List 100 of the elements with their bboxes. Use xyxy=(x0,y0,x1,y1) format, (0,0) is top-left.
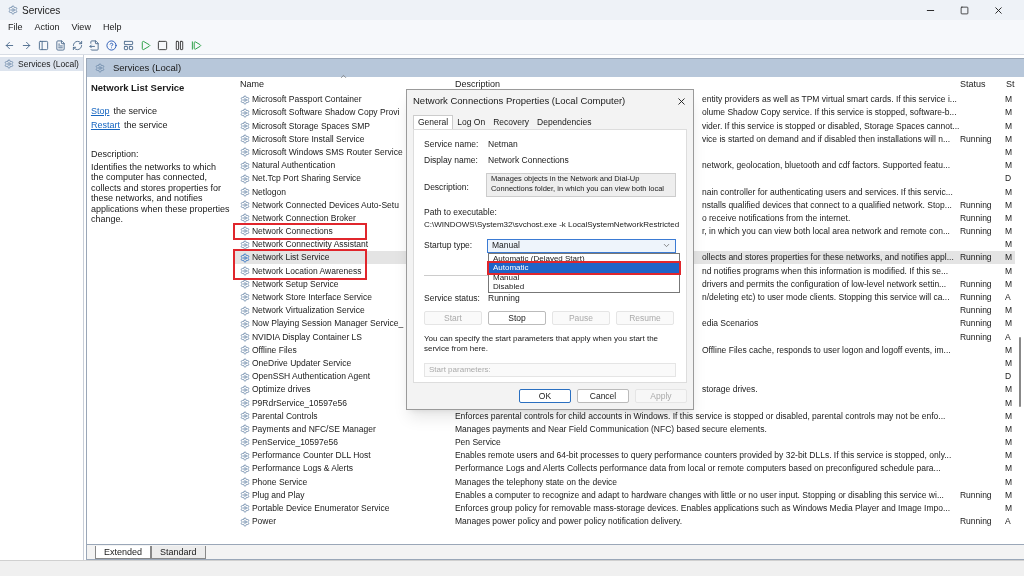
dropdown-option[interactable]: Automatic xyxy=(489,263,679,273)
gear-icon xyxy=(239,213,250,224)
gear-icon xyxy=(239,94,250,105)
gear-icon xyxy=(239,318,250,329)
view-tab[interactable]: Extended xyxy=(94,546,151,559)
dialog-button[interactable]: OK xyxy=(519,389,571,403)
dropdown-option[interactable]: Manual xyxy=(489,272,679,283)
service-name[interactable]: Microsoft Passport Container xyxy=(251,93,362,106)
view-tab[interactable]: Standard xyxy=(150,546,206,559)
dialog-tab[interactable]: General xyxy=(413,115,454,129)
gear-icon xyxy=(239,331,250,342)
action-link[interactable]: Restart xyxy=(90,118,120,133)
service-name[interactable]: Network Location Awareness xyxy=(251,264,362,278)
field-label: Startup type: xyxy=(424,239,474,253)
play-icon[interactable] xyxy=(140,39,151,51)
service-description: n/deleting etc) to user mode clients. Stopping this service will ca... xyxy=(701,292,950,303)
help-icon[interactable] xyxy=(106,39,117,51)
service-description: nd notifies programs when this information is modified. If this se... xyxy=(701,265,949,276)
startup-type: M xyxy=(1004,318,1013,329)
service-name[interactable]: Offline Files xyxy=(251,343,297,357)
service-description: olume Shadow Copy service. If this service is stopped, software-b... xyxy=(701,107,957,118)
service-name[interactable]: P9RdrService_10597e56 xyxy=(251,396,347,410)
dialog-tab[interactable]: Recovery xyxy=(489,115,534,129)
document-icon[interactable] xyxy=(55,39,66,51)
service-status: Running xyxy=(959,516,992,527)
gear-icon xyxy=(239,490,250,501)
refresh-icon[interactable] xyxy=(72,39,83,51)
startup-select[interactable]: Manual xyxy=(486,238,676,253)
dropdown-option[interactable]: Disabled xyxy=(489,282,679,292)
service-button[interactable]: Stop xyxy=(488,310,546,325)
service-name[interactable]: Net.Tcp Port Sharing Service xyxy=(251,172,362,186)
tree-item[interactable]: Services (Local) xyxy=(0,57,83,71)
gear-icon xyxy=(239,503,250,514)
column-header[interactable]: Status xyxy=(954,77,1001,93)
startup-type: M xyxy=(1004,476,1013,487)
service-name[interactable]: Network Store Interface Service xyxy=(251,291,372,304)
field-label: Service status: xyxy=(424,291,481,305)
service-name[interactable]: Phone Service xyxy=(251,475,308,489)
column-header[interactable]: Description xyxy=(449,77,955,93)
layout-icon[interactable] xyxy=(123,39,134,51)
service-name[interactable]: Payments and NFC/SE Manager xyxy=(251,422,376,436)
service-name[interactable]: Plug and Play xyxy=(251,488,305,502)
forward-icon[interactable] xyxy=(21,39,32,51)
menu-item[interactable]: View xyxy=(71,21,91,35)
menu-item[interactable]: Help xyxy=(102,21,122,35)
close-icon[interactable] xyxy=(993,4,1004,16)
startup-type: M xyxy=(1004,344,1013,355)
service-description: Enforces group policy for removable mass-storage devices. Enables applications such as Windows Media Player and Image Impo... xyxy=(454,503,951,514)
service-name[interactable]: Performance Counter DLL Host xyxy=(251,449,371,463)
service-name[interactable]: Network Setup Service xyxy=(251,277,339,291)
startup-type: M xyxy=(1004,94,1013,105)
service-name[interactable]: NVIDIA Display Container LS xyxy=(251,330,362,344)
action-text: the service xyxy=(113,105,157,119)
service-name[interactable]: Netlogon xyxy=(251,185,286,199)
panel-icon[interactable] xyxy=(38,39,49,51)
pause-icon[interactable] xyxy=(174,39,185,51)
startup-type: D xyxy=(1004,173,1012,184)
gear-icon xyxy=(239,107,250,118)
gear-icon xyxy=(94,63,105,73)
service-name[interactable]: Microsoft Software Shadow Copy Provi xyxy=(251,106,400,120)
startup-type: M xyxy=(1004,410,1013,421)
service-name[interactable]: Microsoft Windows SMS Router Service xyxy=(251,145,403,159)
stop-icon[interactable] xyxy=(157,39,168,51)
service-name[interactable]: Performance Logs & Alerts xyxy=(251,462,354,476)
service-name[interactable]: Optimize drives xyxy=(251,383,311,397)
menu-item[interactable]: File xyxy=(8,21,23,35)
gear-icon xyxy=(239,463,250,474)
service-name[interactable]: Microsoft Storage Spaces SMP xyxy=(251,119,371,133)
service-name[interactable]: Microsoft Store Install Service xyxy=(251,132,365,146)
service-name[interactable]: Natural Authentication xyxy=(251,159,336,172)
service-name[interactable]: OneDrive Updater Service xyxy=(251,356,352,370)
service-name[interactable]: Power xyxy=(251,515,277,528)
close-icon[interactable] xyxy=(676,95,687,107)
gear-icon xyxy=(239,239,250,250)
column-header[interactable]: St xyxy=(1000,77,1015,93)
service-name[interactable]: OpenSSH Authentication Agent xyxy=(251,370,371,383)
panel-header: Services (Local) xyxy=(86,59,1024,77)
service-name[interactable]: Parental Controls xyxy=(251,409,318,423)
service-name[interactable]: PenService_10597e56 xyxy=(251,436,338,449)
dialog-button[interactable]: Cancel xyxy=(577,389,629,403)
service-description: Pen Service xyxy=(454,437,501,448)
maximize-icon[interactable] xyxy=(960,5,969,15)
startup-type: M xyxy=(1004,160,1013,171)
action-link[interactable]: Stop xyxy=(90,105,110,119)
service-name[interactable]: Now Playing Session Manager Service_ xyxy=(251,317,404,331)
service-name[interactable]: Portable Device Enumerator Service xyxy=(251,502,390,515)
dialog-tab[interactable]: Log On xyxy=(453,115,490,129)
service-name[interactable]: Network Connections xyxy=(251,225,333,238)
back-icon[interactable] xyxy=(4,39,15,51)
export-icon[interactable] xyxy=(89,39,100,51)
service-description: edia Scenarios xyxy=(701,318,759,329)
service-name[interactable]: Network Connection Broker xyxy=(251,211,356,225)
menu-item[interactable]: Action xyxy=(34,21,60,35)
step-forward-icon[interactable] xyxy=(191,39,202,51)
startup-type: M xyxy=(1004,357,1013,368)
column-header[interactable]: Name xyxy=(234,77,450,93)
dialog-tab[interactable]: Dependencies xyxy=(533,115,596,129)
service-name[interactable]: Network Connectivity Assistant xyxy=(251,238,369,252)
service-name[interactable]: Network Connected Devices Auto-Setu xyxy=(251,198,399,212)
service-name[interactable]: Network Virtualization Service xyxy=(251,304,365,317)
